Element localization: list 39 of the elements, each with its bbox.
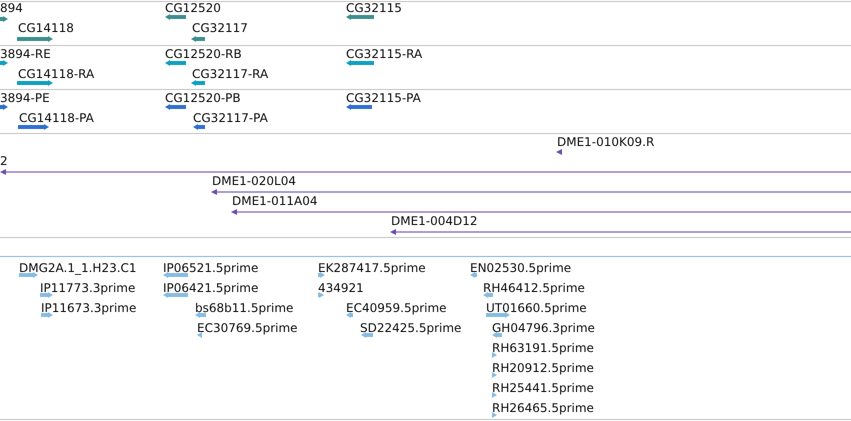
feature-label: CG14118 [18, 21, 74, 35]
feature-label: IP06521.5prime [163, 261, 258, 275]
feature-label: GH04796.3prime [492, 321, 595, 335]
feature-label: RH63191.5prime [492, 341, 594, 355]
feature-label: DME1-004D12 [391, 214, 478, 228]
feature-label: CG12520-PB [165, 91, 241, 105]
feature-label: EN02530.5prime [470, 261, 572, 275]
feature-label: CG14118-RA [18, 67, 94, 81]
feature-label: DMG2A.1_1.H23.C1 [19, 261, 137, 275]
feature-label: RH26465.5prime [492, 401, 594, 415]
feature-label: IP06421.5prime [163, 281, 258, 295]
feature-label: DME1-010K09.R [557, 135, 654, 149]
feature-label: EK287417.5prime [318, 261, 426, 275]
feature-label: 434921 [318, 281, 364, 295]
feature-label: CG12520 [165, 1, 221, 15]
feature-label: 2 [0, 154, 8, 168]
feature-label: CG32115 [346, 1, 402, 15]
feature-label: IP11773.3prime [40, 281, 136, 295]
feature-label: RH46412.5prime [483, 281, 585, 295]
feature-label: bs68b11.5prime [195, 301, 294, 315]
feature-label: CG32117-PA [193, 111, 268, 125]
feature-label: CG12520-RB [165, 47, 242, 61]
feature-label: CG14118-PA [19, 111, 94, 125]
feature-label: RH25441.5prime [492, 381, 594, 395]
feature-label: EC30769.5prime [197, 321, 298, 335]
feature-label: RH20912.5prime [492, 361, 594, 375]
feature-label: SD22425.5prime [360, 321, 462, 335]
feature-label: 3894-RE [0, 47, 51, 61]
feature-label: 3894-PE [0, 91, 50, 105]
feature-label: 894 [0, 1, 23, 15]
feature-label: CG32115-RA [346, 47, 422, 61]
feature-label: EC40959.5prime [346, 301, 447, 315]
feature-label: DME1-020L04 [212, 174, 296, 188]
feature-label: UT01660.5prime [486, 301, 587, 315]
feature-label: CG32117-RA [192, 67, 268, 81]
feature-label: IP11673.3prime [41, 301, 136, 315]
feature-label: CG32117 [192, 21, 248, 35]
feature-label: DME1-011A04 [232, 194, 318, 208]
feature-label: CG32115-PA [346, 91, 421, 105]
